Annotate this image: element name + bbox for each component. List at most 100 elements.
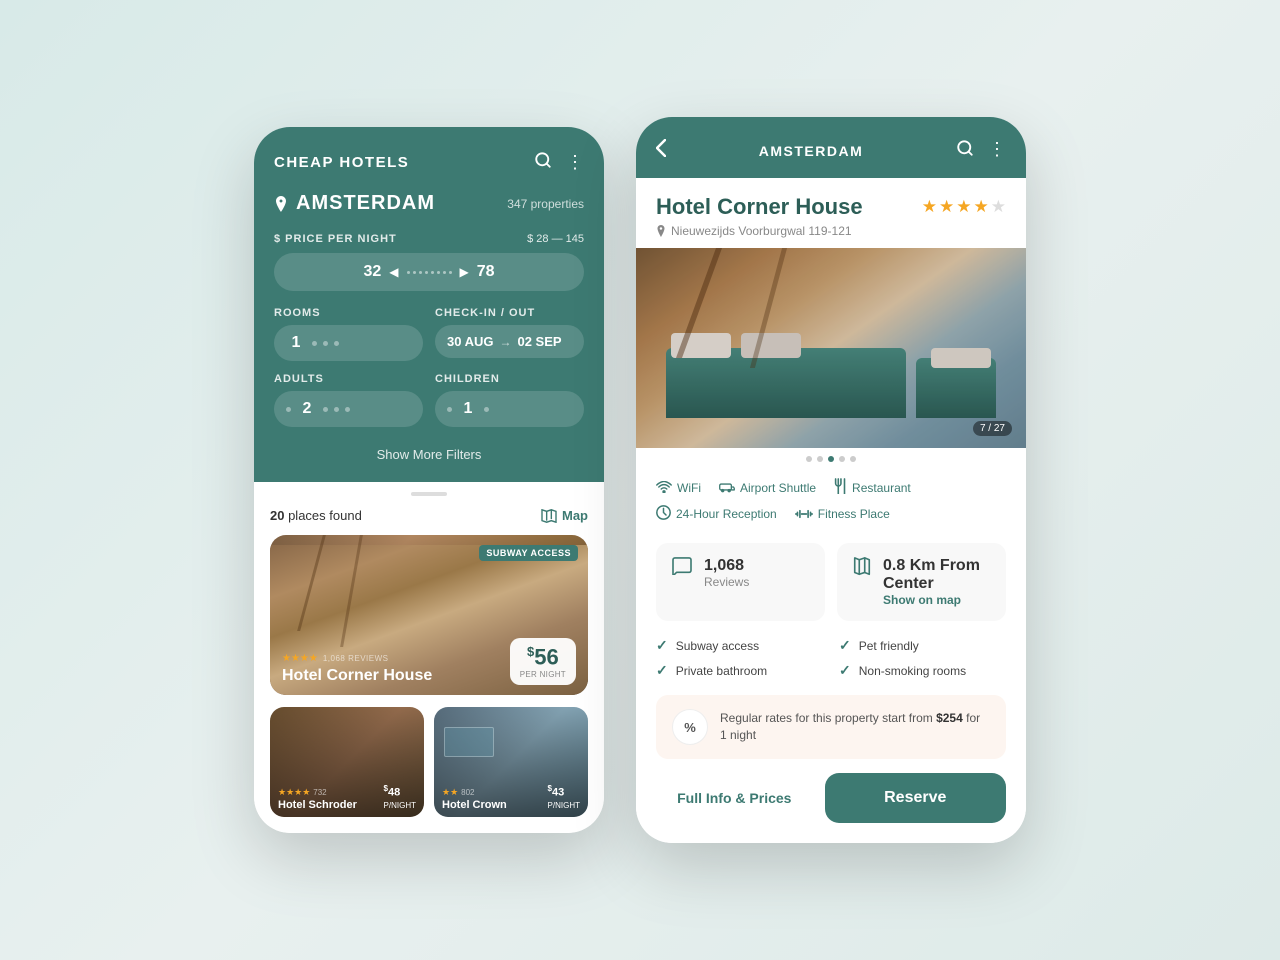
hotel-small-stars-1: ★★★★ bbox=[278, 787, 310, 798]
hotel-card-large[interactable]: SUBWAY ACCESS ★★★★ 1,068 REVIEWS Hotel C… bbox=[270, 535, 588, 695]
price-max: 78 bbox=[477, 263, 495, 281]
left-phone: CHEAP HOTELS ⋮ AMSTERDAM 347 properties … bbox=[254, 127, 604, 833]
map-link[interactable]: Map bbox=[541, 508, 588, 523]
fitness-label: Fitness Place bbox=[818, 507, 890, 521]
right-phone: AMSTERDAM ⋮ Hotel Corner House ★ ★ ★ ★ ★ bbox=[636, 117, 1026, 843]
hotel-title-section: Hotel Corner House ★ ★ ★ ★ ★ Nieuwezijds… bbox=[636, 178, 1026, 248]
reviews-stat: 1,068 Reviews bbox=[656, 543, 825, 621]
hotel-small-price-2: $43P/NIGHT bbox=[548, 784, 580, 811]
hotel-stars: ★★★★ bbox=[282, 653, 318, 664]
hotel-price-large: $56 PER NIGHT bbox=[510, 638, 576, 685]
price-label-sm: PER NIGHT bbox=[520, 670, 566, 679]
reviews-count-sm: 1,068 REVIEWS bbox=[323, 654, 389, 663]
search-icon[interactable] bbox=[534, 151, 552, 174]
amenity-wifi: WiFi bbox=[656, 480, 701, 496]
subway-badge: SUBWAY ACCESS bbox=[479, 545, 578, 561]
checkin-date: 30 AUG bbox=[447, 334, 493, 349]
drag-handle bbox=[411, 492, 447, 496]
checkout-date: 02 SEP bbox=[517, 334, 561, 349]
checkin-arrow: → bbox=[499, 335, 511, 349]
amenity-restaurant: Restaurant bbox=[834, 478, 911, 497]
airport-shuttle-label: Airport Shuttle bbox=[740, 481, 816, 495]
photo-dot-2[interactable] bbox=[817, 456, 823, 462]
reception-label: 24-Hour Reception bbox=[676, 507, 777, 521]
stats-row: 1,068 Reviews 0.8 Km From Center Show on… bbox=[636, 543, 1026, 633]
distance-value: 0.8 Km From Center bbox=[883, 557, 990, 593]
photo-dot-1[interactable] bbox=[806, 456, 812, 462]
wifi-icon bbox=[656, 480, 672, 496]
rooms-filter: ROOMS 1 bbox=[274, 307, 423, 361]
feature-subway-label: Subway access bbox=[676, 639, 759, 653]
checkin-stepper[interactable]: 30 AUG → 02 SEP bbox=[435, 325, 584, 358]
checkin-label: CHECK-IN / OUT bbox=[435, 307, 584, 319]
check-icon-pet: ✓ bbox=[839, 637, 851, 654]
restaurant-icon bbox=[834, 478, 847, 497]
location-name: AMSTERDAM bbox=[296, 192, 435, 215]
photo-dots bbox=[636, 448, 1026, 470]
percent-icon: % bbox=[672, 709, 708, 745]
left-header: CHEAP HOTELS ⋮ AMSTERDAM 347 properties … bbox=[254, 127, 604, 482]
hotel-card-small-1[interactable]: ★★★★ 732 Hotel Schroder $48P/NIGHT bbox=[270, 707, 424, 817]
reviews-number: 1,068 bbox=[704, 557, 749, 575]
back-button[interactable] bbox=[656, 139, 666, 162]
hotel-small-reviews-1: 732 bbox=[313, 788, 326, 797]
features-section: ✓ Subway access ✓ Pet friendly ✓ Private… bbox=[636, 633, 1026, 691]
check-icon-nosmoking: ✓ bbox=[839, 662, 851, 679]
price-range-slider[interactable]: 32 ◀ ▶ 78 bbox=[274, 253, 584, 291]
children-stepper[interactable]: 1 bbox=[435, 391, 584, 427]
hotel-cards-small: ★★★★ 732 Hotel Schroder $48P/NIGHT ★★ 80… bbox=[254, 707, 604, 833]
children-value: 1 bbox=[458, 400, 478, 418]
price-label: $ PRICE PER NIGHT bbox=[274, 233, 397, 245]
photo-counter: 7 / 27 bbox=[973, 421, 1012, 436]
photo-dot-4[interactable] bbox=[839, 456, 845, 462]
reserve-button[interactable]: Reserve bbox=[825, 773, 1006, 823]
show-on-map-link[interactable]: Show on map bbox=[883, 593, 990, 607]
promo-text: Regular rates for this property start fr… bbox=[720, 710, 990, 744]
feature-pet-label: Pet friendly bbox=[859, 639, 919, 653]
check-icon-subway: ✓ bbox=[656, 637, 668, 654]
hotel-address: Nieuwezijds Voorburgwal 119-121 bbox=[656, 224, 1006, 238]
hotel-small-price-1: $48P/NIGHT bbox=[384, 784, 416, 811]
adults-label: ADULTS bbox=[274, 373, 423, 385]
hotel-small-reviews-2: 802 bbox=[461, 788, 474, 797]
map-icon bbox=[853, 557, 871, 583]
location-stat[interactable]: 0.8 Km From Center Show on map bbox=[837, 543, 1006, 621]
map-label: Map bbox=[562, 508, 588, 523]
children-label: CHILDREN bbox=[435, 373, 584, 385]
menu-icon[interactable]: ⋮ bbox=[566, 152, 584, 173]
hotel-main-name: Hotel Corner House bbox=[656, 194, 863, 220]
adults-stepper[interactable]: 2 bbox=[274, 391, 423, 427]
rooms-stepper[interactable]: 1 bbox=[274, 325, 423, 361]
feature-nosmoking-label: Non-smoking rooms bbox=[859, 664, 966, 678]
right-menu-icon[interactable]: ⋮ bbox=[988, 139, 1006, 162]
range-left-arrow: ◀ bbox=[389, 265, 398, 279]
wifi-label: WiFi bbox=[677, 481, 701, 495]
app-title: CHEAP HOTELS bbox=[274, 154, 409, 171]
hotel-small-stars-2: ★★ bbox=[442, 787, 458, 798]
results-section: 20 places found Map SUBWAY ACCESS ★★★★ bbox=[254, 482, 604, 833]
show-more-filters[interactable]: Show More Filters bbox=[274, 439, 584, 462]
amenity-fitness: Fitness Place bbox=[795, 506, 890, 522]
hotel-name-large: Hotel Corner House bbox=[282, 667, 432, 685]
reviews-label: Reviews bbox=[704, 575, 749, 589]
adults-value: 2 bbox=[297, 400, 317, 418]
feature-bathroom-label: Private bathroom bbox=[676, 664, 767, 678]
feature-bathroom: ✓ Private bathroom bbox=[656, 662, 823, 679]
hotel-card-small-2[interactable]: ★★ 802 Hotel Crown $43P/NIGHT bbox=[434, 707, 588, 817]
rooms-label: ROOMS bbox=[274, 307, 423, 319]
right-search-icon[interactable] bbox=[956, 139, 974, 162]
promo-price: $254 bbox=[936, 711, 963, 725]
hotel-detail-content: Hotel Corner House ★ ★ ★ ★ ★ Nieuwezijds… bbox=[636, 178, 1026, 843]
checkin-filter: CHECK-IN / OUT 30 AUG → 02 SEP bbox=[435, 307, 584, 361]
feature-pet: ✓ Pet friendly bbox=[839, 637, 1006, 654]
hotel-photo[interactable]: 7 / 27 bbox=[636, 248, 1026, 448]
hotel-detail-stars: ★ ★ ★ ★ ★ bbox=[922, 197, 1006, 217]
airport-shuttle-icon bbox=[719, 480, 735, 496]
reception-icon bbox=[656, 505, 671, 523]
photo-dot-3[interactable] bbox=[828, 456, 834, 462]
full-info-button[interactable]: Full Info & Prices bbox=[656, 773, 813, 823]
photo-dot-5[interactable] bbox=[850, 456, 856, 462]
rooms-value: 1 bbox=[286, 334, 306, 352]
action-row: Full Info & Prices Reserve bbox=[636, 773, 1026, 823]
range-right-arrow: ▶ bbox=[460, 265, 469, 279]
